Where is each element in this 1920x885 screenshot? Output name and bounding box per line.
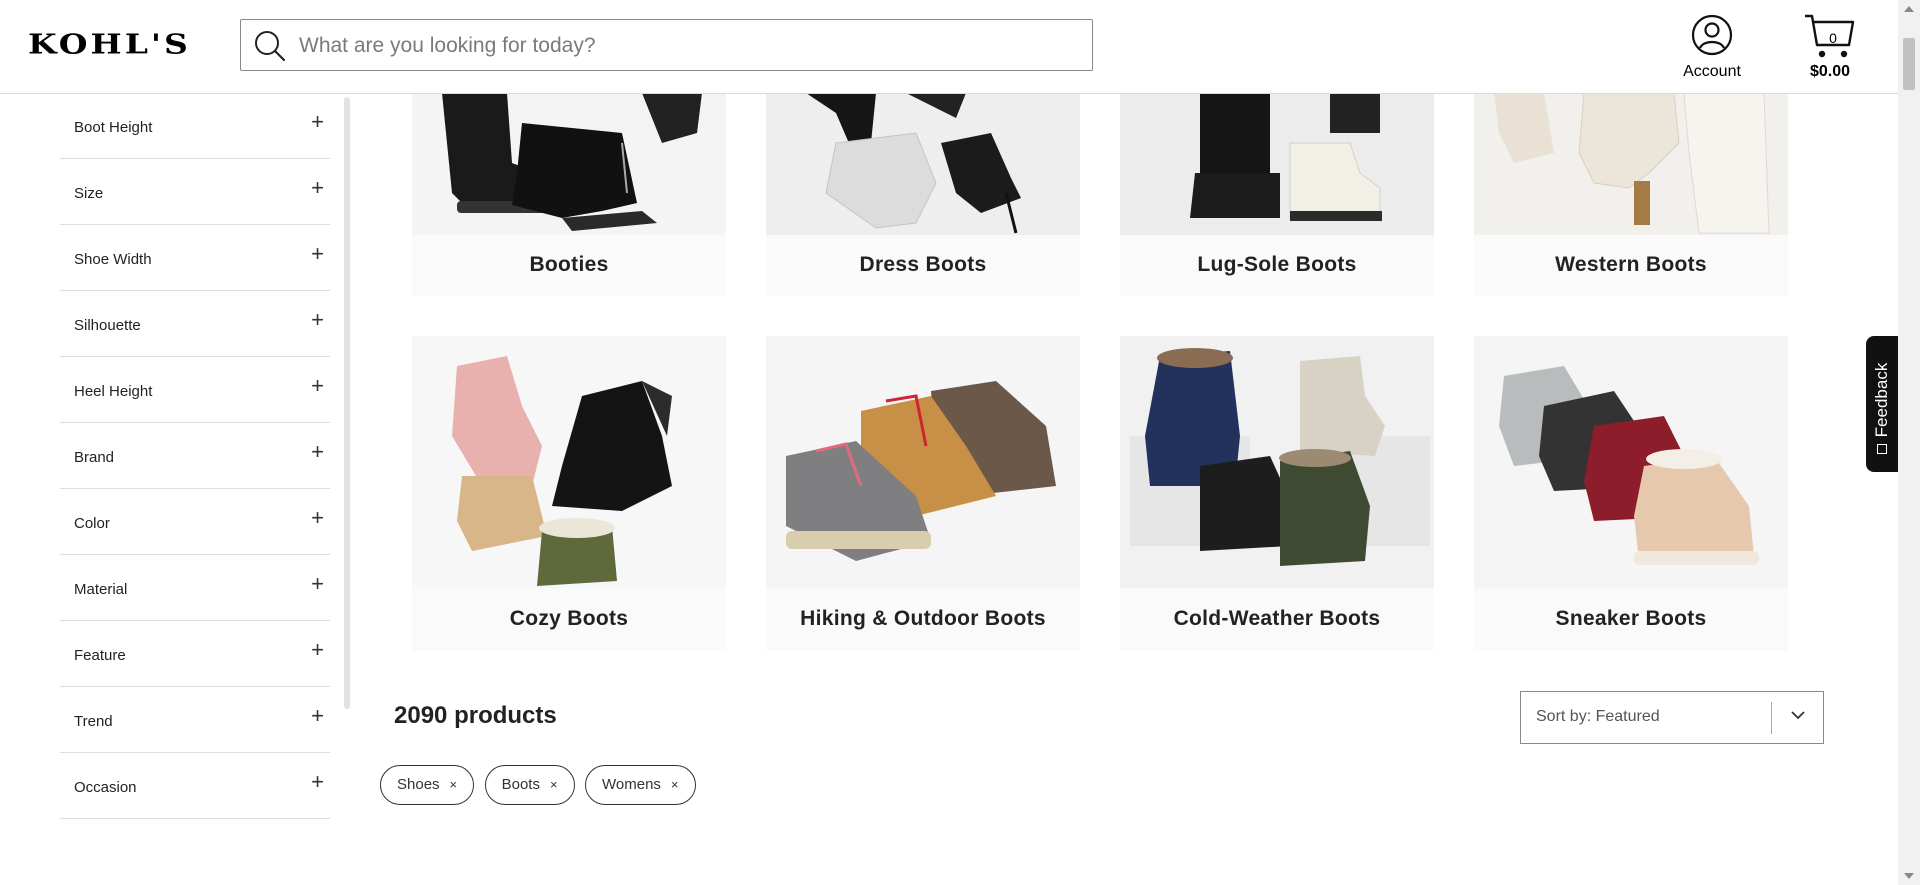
- feedback-tab[interactable]: Feedback: [1866, 336, 1898, 472]
- filter-trend[interactable]: Trend +: [60, 687, 330, 753]
- plus-icon[interactable]: +: [311, 241, 324, 267]
- cold-weather-boots-image: [1120, 336, 1434, 588]
- filter-heel-height[interactable]: Heel Height +: [60, 357, 330, 423]
- hiking-outdoor-boots-image: [766, 336, 1080, 588]
- category-label: Booties: [529, 253, 609, 276]
- category-label: Cold-Weather Boots: [1173, 607, 1381, 630]
- filter-feature[interactable]: Feature +: [60, 621, 330, 687]
- filter-label: Boot Height: [74, 119, 153, 136]
- plus-icon[interactable]: +: [311, 307, 324, 333]
- plus-icon[interactable]: +: [311, 505, 324, 531]
- remove-icon[interactable]: ×: [671, 777, 679, 792]
- category-label: Hiking & Outdoor Boots: [800, 607, 1046, 630]
- category-tile-booties[interactable]: Booties: [412, 93, 726, 296]
- account-button[interactable]: Account: [1672, 14, 1752, 81]
- scroll-thumb[interactable]: [1903, 38, 1915, 90]
- product-count-suffix: products: [454, 702, 557, 729]
- sort-dropdown[interactable]: Sort by: Featured: [1520, 691, 1824, 744]
- category-label: Western Boots: [1555, 253, 1707, 276]
- category-tile-hiking-outdoor-boots[interactable]: Hiking & Outdoor Boots: [766, 336, 1080, 651]
- filter-label: Trend: [74, 713, 113, 730]
- filter-label: Material: [74, 581, 128, 598]
- filter-shoe-width[interactable]: Shoe Width +: [60, 225, 330, 291]
- category-label: Cozy Boots: [509, 607, 629, 630]
- filter-sidebar: Boot Height + Size + Shoe Width + Silhou…: [60, 93, 330, 823]
- plus-icon[interactable]: +: [311, 571, 324, 597]
- plus-icon[interactable]: +: [311, 769, 324, 795]
- filter-chip-shoes[interactable]: Shoes ×: [380, 765, 475, 805]
- category-tile-sneaker-boots[interactable]: Sneaker Boots: [1474, 336, 1788, 651]
- plus-icon[interactable]: +: [311, 175, 324, 201]
- filter-boot-height[interactable]: Boot Height +: [60, 93, 330, 159]
- plus-icon[interactable]: +: [311, 703, 324, 729]
- cart-total: $0.00: [1809, 63, 1851, 80]
- search-box[interactable]: [240, 19, 1093, 71]
- chip-label: Shoes: [397, 776, 440, 793]
- sort-divider: [1771, 702, 1772, 734]
- plus-icon[interactable]: +: [311, 637, 324, 663]
- filter-label: Shoe Width: [74, 251, 152, 268]
- plus-icon[interactable]: +: [311, 373, 324, 399]
- category-label: Dress Boots: [859, 253, 987, 276]
- cozy-boots-image: [412, 336, 726, 588]
- category-tile-lug-sole-boots[interactable]: Lug-Sole Boots: [1120, 93, 1434, 296]
- filter-label: Heel Height: [74, 383, 153, 400]
- search-icon[interactable]: [253, 29, 287, 63]
- site-header: KOHL'S Account 0 $0.00: [0, 0, 1898, 94]
- remove-icon[interactable]: ×: [450, 777, 458, 792]
- filter-occasion[interactable]: Occasion +: [60, 753, 330, 819]
- category-tile-dress-boots[interactable]: Dress Boots: [766, 93, 1080, 296]
- chevron-down-icon: [1791, 711, 1805, 720]
- western-boots-image: [1474, 93, 1788, 235]
- search-input[interactable]: [297, 26, 1081, 66]
- cart-count: 0: [1829, 30, 1837, 46]
- dress-boots-image: [766, 93, 1080, 235]
- plus-icon[interactable]: +: [311, 439, 324, 465]
- product-count: 2090: [394, 702, 448, 729]
- scroll-up-icon[interactable]: [1904, 6, 1914, 12]
- plus-icon[interactable]: +: [311, 109, 324, 135]
- page-scrollbar[interactable]: [1898, 0, 1920, 885]
- lug-sole-boots-image: [1120, 93, 1434, 235]
- filter-color[interactable]: Color +: [60, 489, 330, 555]
- cart-button[interactable]: 0 $0.00: [1794, 12, 1866, 81]
- filter-label: Silhouette: [74, 317, 141, 334]
- filter-silhouette[interactable]: Silhouette +: [60, 291, 330, 357]
- feedback-label: Feedback: [1872, 362, 1891, 438]
- sneaker-boots-image: [1474, 336, 1788, 588]
- remove-icon[interactable]: ×: [550, 777, 558, 792]
- category-tile-western-boots[interactable]: Western Boots: [1474, 93, 1788, 296]
- category-label: Lug-Sole Boots: [1197, 253, 1357, 276]
- filter-label: Feature: [74, 647, 126, 664]
- account-label: Account: [1683, 63, 1741, 80]
- kohls-logo[interactable]: KOHL'S: [28, 28, 191, 60]
- chip-label: Womens: [602, 776, 661, 793]
- filter-label: Color: [74, 515, 110, 532]
- category-label: Sneaker Boots: [1555, 607, 1707, 630]
- filter-size[interactable]: Size +: [60, 159, 330, 225]
- scroll-down-icon[interactable]: [1904, 873, 1914, 879]
- booties-image: [412, 93, 726, 235]
- filter-label: Size: [74, 185, 104, 202]
- filter-label: Brand: [74, 449, 115, 466]
- sort-label: Sort by: Featured: [1536, 708, 1660, 725]
- feedback-icon: [1877, 444, 1887, 454]
- chip-label: Boots: [501, 776, 540, 793]
- category-tile-cozy-boots[interactable]: Cozy Boots: [412, 336, 726, 651]
- filter-label: Occasion: [74, 779, 137, 796]
- applied-filters: Shoes × Boots × Womens ×: [380, 765, 702, 805]
- filter-material[interactable]: Material +: [60, 555, 330, 621]
- account-icon: [1691, 14, 1733, 56]
- filter-chip-womens[interactable]: Womens ×: [585, 765, 696, 805]
- filter-brand[interactable]: Brand +: [60, 423, 330, 489]
- sidebar-scrollbar[interactable]: [344, 97, 350, 709]
- category-tile-cold-weather-boots[interactable]: Cold-Weather Boots: [1120, 336, 1434, 651]
- filter-chip-boots[interactable]: Boots ×: [484, 765, 575, 805]
- product-count-heading: 2090 products: [394, 702, 557, 730]
